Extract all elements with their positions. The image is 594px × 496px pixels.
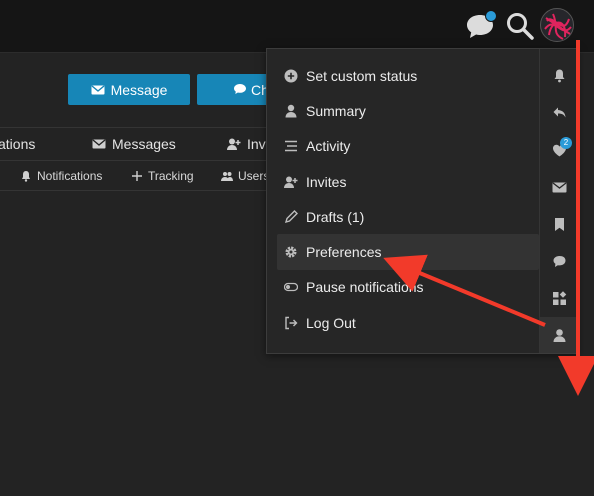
bell-icon[interactable] bbox=[552, 68, 567, 83]
profile-tabs: ations Messages Invi bbox=[0, 127, 280, 161]
chat-button[interactable]: Ch bbox=[197, 74, 272, 105]
reactions-count-badge: 2 bbox=[560, 137, 572, 149]
subtab-tracking[interactable]: Tracking bbox=[131, 169, 194, 183]
envelope-icon bbox=[91, 84, 105, 94]
message-button[interactable]: Message bbox=[68, 74, 190, 105]
pencil-icon bbox=[284, 209, 298, 223]
chat-icon[interactable] bbox=[552, 254, 567, 269]
envelope-icon bbox=[92, 139, 106, 149]
tab-invites[interactable]: Invi bbox=[227, 136, 269, 152]
menu-item-log-out[interactable]: Log Out bbox=[277, 305, 539, 340]
user-plus-icon bbox=[284, 176, 298, 188]
message-button-label: Message bbox=[110, 81, 168, 98]
user-plus-icon bbox=[227, 138, 241, 150]
reply-icon[interactable] bbox=[552, 105, 567, 120]
users-icon bbox=[221, 172, 233, 181]
toggle-icon bbox=[284, 283, 298, 292]
user-avatar[interactable] bbox=[540, 8, 574, 42]
account-menu-icon-rail: 2 bbox=[539, 49, 578, 353]
sign-out-icon bbox=[285, 316, 298, 329]
user-icon bbox=[285, 104, 297, 118]
gear-icon bbox=[285, 246, 297, 258]
account-menu-list: Set custom status Summary Activity Invit… bbox=[277, 58, 539, 340]
menu-item-summary[interactable]: Summary bbox=[277, 93, 539, 128]
search-icon[interactable] bbox=[505, 11, 535, 41]
widgets-icon[interactable] bbox=[552, 291, 567, 306]
account-dropdown-menu: Set custom status Summary Activity Invit… bbox=[266, 48, 578, 354]
profile-subtabs: Notifications Tracking Users bbox=[0, 161, 280, 191]
subtab-users[interactable]: Users bbox=[221, 169, 269, 183]
tab-messages[interactable]: Messages bbox=[92, 136, 176, 152]
menu-item-drafts[interactable]: Drafts (1) bbox=[277, 199, 539, 234]
user-icon[interactable] bbox=[552, 328, 567, 343]
list-icon bbox=[285, 140, 297, 152]
plus-circle-icon bbox=[284, 69, 298, 83]
subtab-notifications[interactable]: Notifications bbox=[20, 169, 102, 183]
envelope-icon[interactable] bbox=[552, 180, 567, 195]
tab-notifications[interactable]: ations bbox=[0, 136, 35, 152]
menu-item-activity[interactable]: Activity bbox=[277, 129, 539, 164]
bookmark-icon[interactable] bbox=[552, 217, 567, 232]
menu-item-preferences[interactable]: Preferences bbox=[277, 234, 539, 270]
menu-item-invites[interactable]: Invites bbox=[277, 164, 539, 199]
menu-item-set-custom-status[interactable]: Set custom status bbox=[277, 58, 539, 93]
top-navigation-bar bbox=[0, 0, 594, 53]
chat-icon bbox=[234, 84, 246, 94]
plus-icon bbox=[132, 171, 142, 181]
menu-item-pause-notifications[interactable]: Pause notifications bbox=[277, 270, 539, 305]
bell-icon bbox=[22, 171, 30, 182]
notification-dot bbox=[485, 10, 497, 22]
